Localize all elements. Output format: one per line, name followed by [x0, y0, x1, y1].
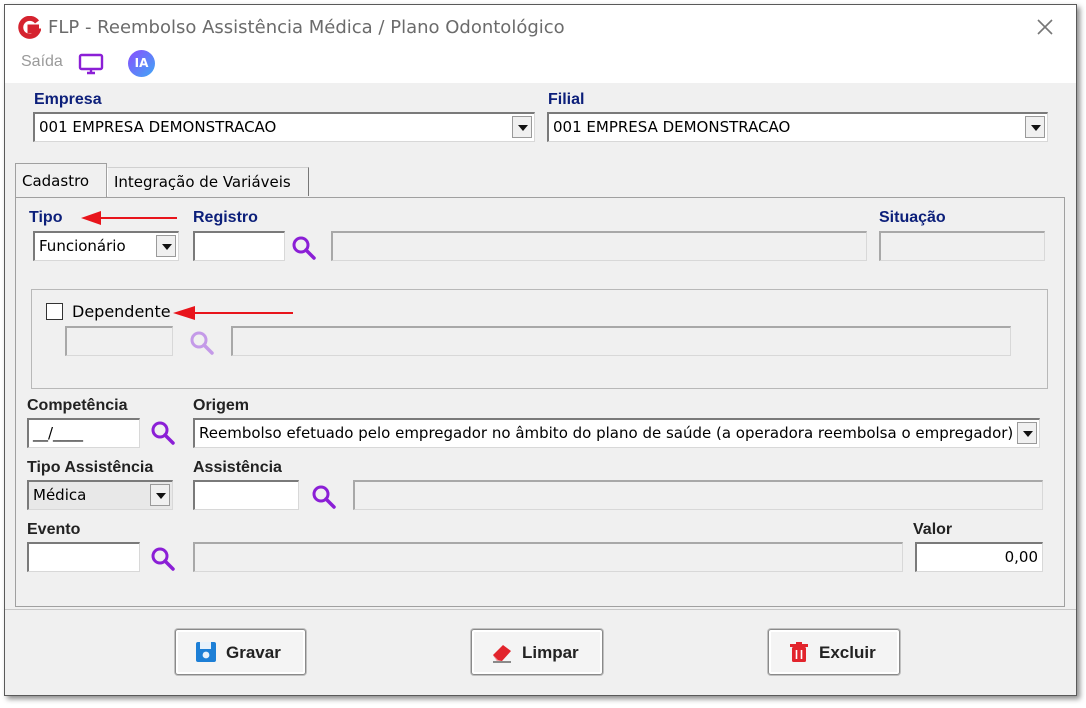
monitor-icon[interactable]	[77, 52, 105, 76]
dependente-checkbox[interactable]	[46, 303, 63, 320]
registro-label: Registro	[193, 209, 258, 226]
limpar-button[interactable]: Limpar	[471, 629, 603, 675]
assistencia-input[interactable]	[193, 480, 299, 510]
search-icon[interactable]	[150, 546, 176, 572]
assistencia-description	[353, 480, 1043, 510]
empresa-value: 001 EMPRESA DEMONSTRACAO	[39, 118, 277, 136]
gravar-button[interactable]: Gravar	[175, 629, 306, 675]
dropdown-arrow-icon[interactable]	[156, 235, 176, 257]
limpar-label: Limpar	[522, 643, 579, 662]
tab-integracao-variaveis[interactable]: Integração de Variáveis	[107, 167, 309, 196]
search-icon[interactable]	[150, 420, 176, 446]
dependente-description	[231, 326, 1011, 356]
excluir-label: Excluir	[819, 643, 876, 662]
app-logo-icon	[18, 16, 41, 39]
evento-input[interactable]	[27, 542, 140, 572]
empresa-label: Empresa	[34, 91, 102, 108]
tab-cadastro[interactable]: Cadastro	[15, 163, 107, 197]
title-bar: FLP - Reembolso Assistência Médica / Pla…	[5, 5, 1076, 47]
assistencia-label: Assistência	[193, 459, 282, 476]
close-icon[interactable]	[1033, 15, 1057, 39]
evento-description	[193, 542, 903, 572]
dropdown-arrow-icon[interactable]	[150, 484, 170, 506]
trash-icon	[790, 642, 808, 662]
competencia-label: Competência	[27, 397, 128, 414]
annotation-arrow-dependente	[173, 306, 293, 320]
valor-input[interactable]: 0,00	[915, 542, 1043, 572]
gravar-label: Gravar	[226, 643, 281, 662]
tipo-assistencia-label: Tipo Assistência	[27, 459, 154, 476]
dropdown-arrow-icon[interactable]	[512, 116, 532, 138]
filial-label: Filial	[548, 91, 585, 108]
eraser-icon	[493, 645, 511, 663]
saida-button[interactable]: Saída	[21, 53, 63, 71]
tipo-assistencia-select[interactable]: Médica	[27, 480, 173, 510]
window-title: FLP - Reembolso Assistência Médica / Pla…	[48, 17, 565, 38]
footer-separator	[5, 609, 1076, 610]
search-icon[interactable]	[189, 330, 215, 356]
toolbar: Saída IA	[5, 47, 1076, 83]
excluir-button[interactable]: Excluir	[768, 629, 900, 675]
main-window: FLP - Reembolso Assistência Médica / Pla…	[4, 4, 1077, 696]
tipo-value: Funcionário	[39, 237, 126, 255]
filial-value: 001 EMPRESA DEMONSTRACAO	[553, 118, 791, 136]
registro-description	[331, 231, 867, 261]
empresa-select[interactable]: 001 EMPRESA DEMONSTRACAO	[33, 112, 535, 142]
registro-input[interactable]	[193, 231, 285, 261]
competencia-input[interactable]: __/____	[27, 418, 140, 448]
annotation-arrow-tipo	[81, 211, 177, 225]
dropdown-arrow-icon[interactable]	[1025, 116, 1045, 138]
valor-label: Valor	[913, 521, 953, 538]
filial-select[interactable]: 001 EMPRESA DEMONSTRACAO	[547, 112, 1048, 142]
situacao-label: Situação	[879, 209, 946, 226]
situacao-field	[879, 231, 1045, 261]
dependente-label[interactable]: Dependente	[72, 302, 171, 321]
tipo-label: Tipo	[29, 209, 63, 226]
tipo-select[interactable]: Funcionário	[33, 231, 179, 261]
origem-select[interactable]: Reembolso efetuado pelo empregador no âm…	[193, 418, 1040, 448]
dropdown-arrow-icon[interactable]	[1017, 422, 1037, 444]
evento-label: Evento	[27, 521, 81, 538]
save-icon	[196, 642, 216, 662]
search-icon[interactable]	[311, 484, 337, 510]
origem-label: Origem	[193, 397, 250, 414]
origem-value: Reembolso efetuado pelo empregador no âm…	[199, 424, 1014, 442]
tipo-assistencia-value: Médica	[33, 486, 87, 504]
dependente-input[interactable]	[65, 326, 173, 356]
ia-icon[interactable]: IA	[128, 50, 155, 77]
search-icon[interactable]	[291, 235, 317, 261]
